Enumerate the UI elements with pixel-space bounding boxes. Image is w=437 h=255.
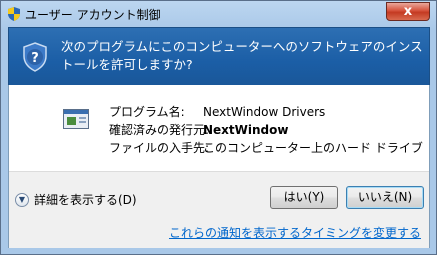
action-area: ▼ 詳細を表示する(D) はい(Y) いいえ(N) これらの通知を表示するタイミン… (9, 171, 429, 248)
file-origin-value: このコンピューター上のハード ドライブ (203, 141, 423, 155)
svg-text:?: ? (31, 51, 39, 66)
no-button[interactable]: いいえ(N) (346, 186, 424, 209)
file-origin-label: ファイルの入手先: (109, 141, 210, 155)
publisher-label: 確認済みの発行元: (109, 123, 210, 137)
program-name-value: NextWindow Drivers (203, 105, 326, 119)
publisher-row: 確認済みの発行元:NextWindow (109, 121, 423, 139)
title-bar: ユーザー アカウント制御 x (1, 1, 436, 27)
chevron-down-icon: ▼ (15, 192, 29, 207)
program-name-row: プログラム名: NextWindow Drivers (109, 103, 423, 121)
uac-shield-icon (8, 7, 20, 21)
close-button[interactable]: x (386, 2, 430, 21)
publisher-value: NextWindow (203, 123, 289, 137)
question-shield-icon: ? (23, 42, 47, 72)
window-title: ユーザー アカウント制御 (25, 8, 161, 22)
program-name-label: プログラム名: (109, 105, 185, 119)
content-panel: プログラム名: NextWindow Drivers 確認済みの発行元:NextW… (8, 85, 430, 248)
prompt-header: ? 次のプログラムにこのコンピューターへのソフトウェアのインストールを許可します… (8, 27, 430, 85)
yes-button[interactable]: はい(Y) (270, 186, 338, 209)
file-origin-row: ファイルの入手先:このコンピューター上のハード ドライブ (109, 139, 423, 157)
show-details-toggle[interactable]: ▼ 詳細を表示する(D) (15, 191, 137, 208)
program-icon (63, 109, 89, 129)
notification-settings-link[interactable]: これらの通知を表示するタイミングを変更する (169, 224, 421, 241)
prompt-message: 次のプログラムにこのコンピューターへのソフトウェアのインストールを許可しますか? (61, 39, 423, 72)
show-details-label: 詳細を表示する(D) (34, 193, 137, 207)
uac-dialog: ユーザー アカウント制御 x ? 次のプログラムにこのコンピューターへのソフトウ… (0, 0, 437, 255)
program-info: プログラム名: NextWindow Drivers 確認済みの発行元:NextW… (9, 85, 429, 171)
